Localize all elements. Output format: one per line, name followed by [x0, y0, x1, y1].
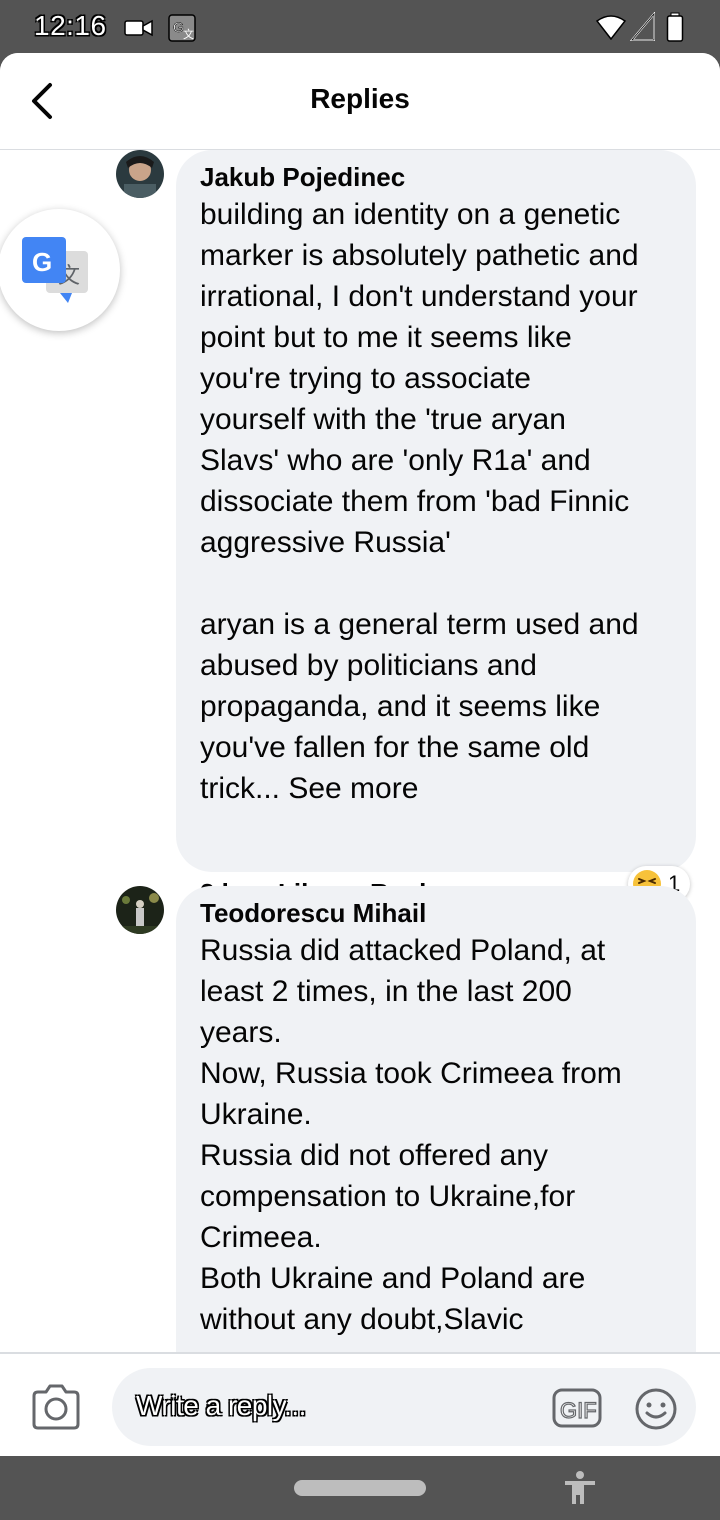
wifi-icon [596, 15, 626, 40]
system-nav-bar [0, 1456, 720, 1520]
gif-icon[interactable]: GIF [552, 1388, 602, 1428]
svg-text:G: G [32, 247, 52, 277]
comment-body: building an identity on a genetic marker… [200, 198, 639, 805]
comment-bubble[interactable]: Jakub Pojedinec building an identity on … [176, 150, 696, 872]
comment-bubble[interactable]: Teodorescu Mihail Russia did attacked Po… [176, 886, 696, 1352]
comment-text: Russia did attacked Poland, at least 2 t… [200, 934, 622, 1336]
page-title: Replies [310, 83, 410, 114]
reply-placeholder: Write a reply... [136, 1390, 306, 1421]
gif-label: GIF [560, 1398, 597, 1423]
google-translate-icon: 文 G [22, 237, 88, 303]
status-time: 12:16 [34, 10, 107, 41]
avatar-image [116, 886, 164, 934]
avatar[interactable] [116, 150, 164, 198]
comment-author[interactable]: Jakub Pojedinec [200, 160, 672, 194]
camera-icon[interactable] [30, 1384, 82, 1430]
avatar-image [116, 150, 164, 198]
translate-floating-button[interactable]: 文 G [0, 209, 120, 331]
status-bar: 12:16 G 文 [0, 0, 720, 54]
comment-author[interactable]: Teodorescu Mihail [200, 896, 672, 930]
accessibility-icon[interactable] [562, 1470, 598, 1506]
cell-signal-icon [630, 12, 655, 41]
replies-sheet: Replies Jakub Pojedinec building an iden… [0, 53, 720, 1456]
reply-input[interactable]: Write a reply... GIF [112, 1368, 696, 1446]
svg-text:文: 文 [183, 27, 194, 41]
home-pill-icon[interactable] [294, 1480, 426, 1496]
see-more-link[interactable]: See more [288, 772, 418, 805]
video-camera-icon [124, 19, 153, 37]
comment-text: building an identity on a genetic marker… [200, 194, 672, 809]
avatar[interactable] [116, 886, 164, 934]
battery-icon [666, 12, 684, 42]
translate-notification-icon: G 文 [168, 14, 196, 42]
reply-composer: Write a reply... GIF [0, 1352, 720, 1456]
header: Replies [0, 53, 720, 150]
smiley-icon[interactable] [634, 1387, 678, 1431]
reply-thread[interactable]: Jakub Pojedinec building an identity on … [0, 150, 720, 1352]
